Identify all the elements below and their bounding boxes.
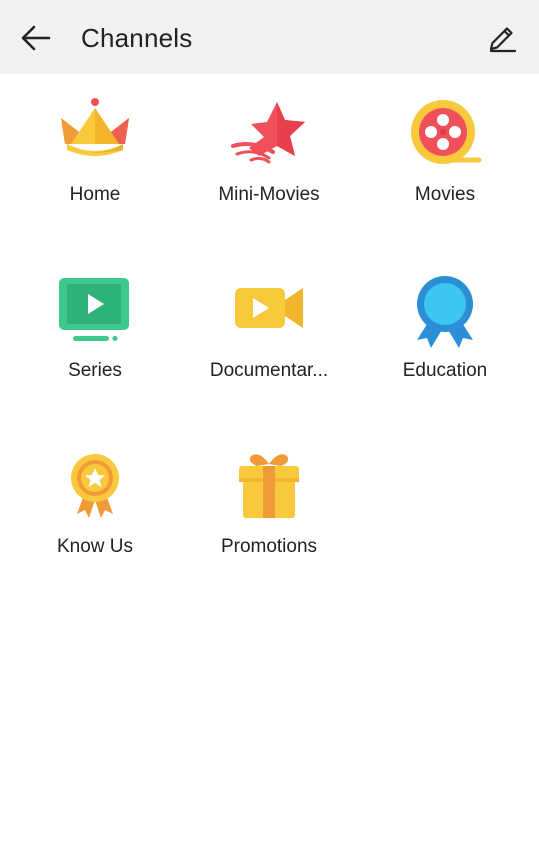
channel-label: Movies	[414, 184, 476, 205]
channel-tile-mini-movies[interactable]: Mini-Movies	[181, 76, 357, 226]
channel-tile-series[interactable]: Series	[7, 252, 183, 402]
channel-label: Documentar...	[209, 360, 329, 381]
channel-label: Home	[69, 184, 121, 205]
channel-label: Know Us	[56, 536, 134, 557]
channel-tile-movies[interactable]: Movies	[357, 76, 533, 226]
back-button[interactable]	[14, 16, 58, 60]
channel-label: Promotions	[220, 536, 318, 557]
film-reel-icon	[405, 96, 485, 176]
channels-screen: Channels Home Mini-Movies Movies Series …	[0, 0, 539, 860]
top-app-bar: Channels	[0, 0, 539, 74]
channel-tile-documentaries[interactable]: Documentar...	[181, 252, 357, 402]
arrow-left-icon	[21, 25, 51, 51]
channel-label: Series	[68, 360, 122, 381]
channel-label: Mini-Movies	[218, 184, 320, 205]
channel-tile-know-us[interactable]: Know Us	[7, 428, 183, 578]
medal-star-icon	[55, 448, 135, 528]
channel-tile-home[interactable]: Home	[7, 76, 183, 226]
edit-button[interactable]	[480, 16, 524, 60]
crown-icon	[55, 96, 135, 176]
channel-label: Education	[402, 360, 488, 381]
page-title: Channels	[81, 23, 193, 53]
channel-tile-education[interactable]: Education	[357, 252, 533, 402]
pencil-icon	[489, 27, 517, 53]
star-icon	[229, 96, 309, 176]
gift-icon	[229, 448, 309, 528]
channel-tile-promotions[interactable]: Promotions	[181, 428, 357, 578]
tv-play-icon	[55, 272, 135, 352]
video-camera-icon	[229, 272, 309, 352]
award-ribbon-icon	[405, 272, 485, 352]
